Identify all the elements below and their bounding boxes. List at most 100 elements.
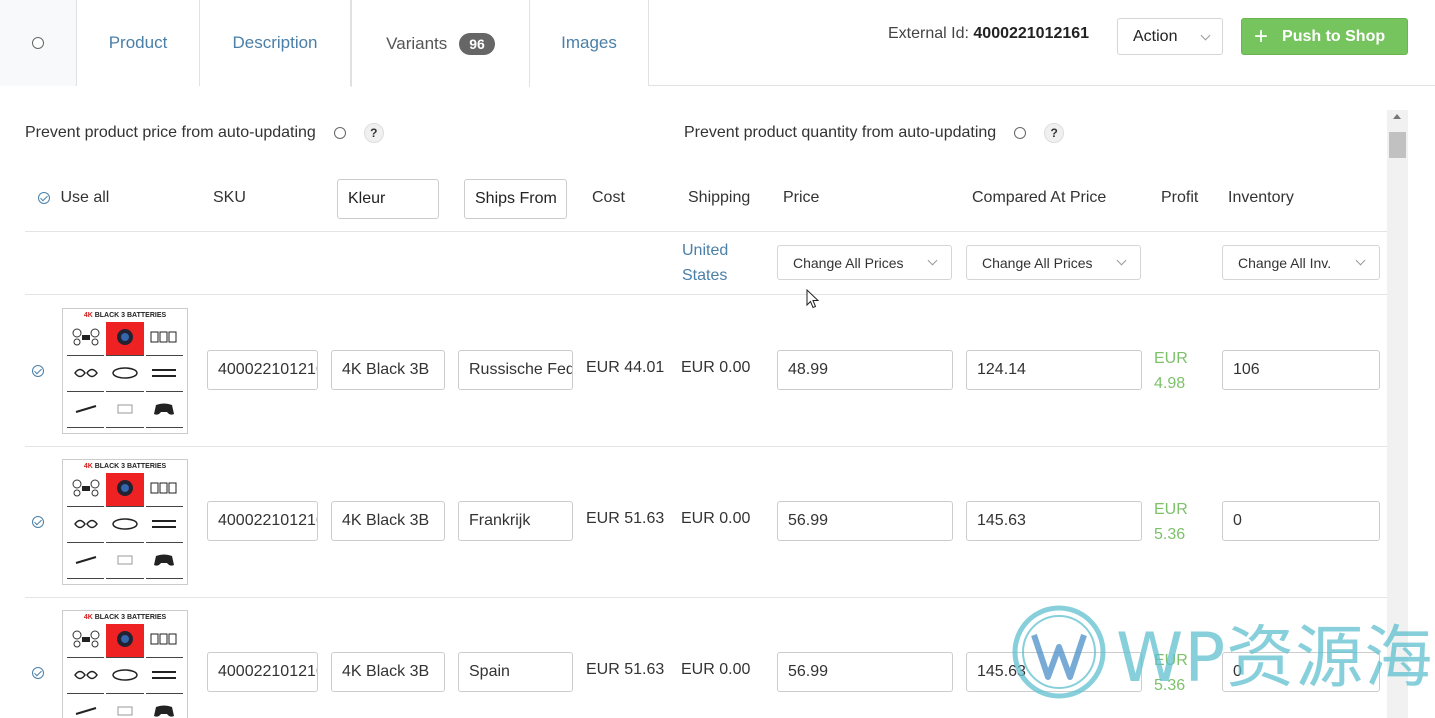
- ships-from-input[interactable]: Russische Federatie: [458, 350, 573, 390]
- variant-thumbnail[interactable]: 4K BLACK 3 BATTERIES: [62, 459, 188, 585]
- scrollbar-thumb[interactable]: [1389, 132, 1406, 158]
- cost-value: EUR 44.01: [586, 359, 665, 376]
- thumbnail-item: [145, 473, 183, 507]
- use-all-checkbox[interactable]: [38, 191, 50, 204]
- thumbnail-item: [106, 696, 143, 718]
- thumbnail-title-rest: BLACK 3 BATTERIES: [92, 312, 167, 319]
- tab-variants-label: Variants: [386, 33, 448, 53]
- tab-product[interactable]: Product: [77, 0, 200, 86]
- ships-from-input[interactable]: Spain: [458, 652, 573, 692]
- thumbnail-item: [106, 358, 144, 392]
- watermark-text: WP资源海: [1116, 619, 1434, 698]
- shipping-value: EUR 0.00: [681, 510, 751, 527]
- shipping-value: EUR 0.00: [681, 661, 751, 678]
- tab-variants[interactable]: Variants 96: [351, 0, 530, 87]
- kleur-header-input[interactable]: Kleur: [337, 179, 439, 219]
- thumbnail-item: [145, 660, 183, 694]
- thumbnail-item: [145, 509, 183, 543]
- thumbnail-grid: [63, 319, 187, 431]
- thumbnail-item: [106, 660, 144, 694]
- change-all-compared-prices-dropdown[interactable]: Change All Prices: [966, 245, 1141, 280]
- price-input[interactable]: 56.99: [777, 501, 953, 541]
- row-select-checkbox[interactable]: [32, 365, 44, 377]
- shipping-value: EUR 0.00: [681, 359, 751, 376]
- variant-thumbnail[interactable]: 4K BLACK 3 BATTERIES: [62, 610, 188, 718]
- external-id-label: External Id:: [888, 25, 969, 42]
- change-all-compared-label: Change All Prices: [982, 254, 1093, 271]
- thumbnail-grid: [63, 621, 187, 718]
- profit-currency: EUR: [1154, 501, 1188, 518]
- prevent-price-option: Prevent product price from auto-updating…: [25, 123, 384, 143]
- chevron-down-icon: [1116, 255, 1127, 266]
- prevent-price-label: Prevent product price from auto-updating: [25, 124, 316, 141]
- thumbnail-item: [67, 660, 105, 694]
- cost-value: EUR 51.63: [586, 661, 665, 678]
- thumbnail-title-red: 4K: [83, 463, 93, 470]
- inventory-input[interactable]: 106: [1222, 350, 1380, 390]
- plus-icon: +: [1254, 22, 1269, 50]
- sku-input[interactable]: 4000221012161: [207, 501, 318, 541]
- select-product-radio-cell[interactable]: [0, 0, 77, 86]
- help-icon[interactable]: ?: [363, 123, 384, 143]
- change-all-inventory-label: Change All Inv.: [1238, 254, 1332, 271]
- shipping-header: Shipping: [688, 189, 751, 206]
- thumbnail-item: [106, 545, 144, 579]
- profit-amount: 4.98: [1154, 375, 1186, 392]
- sku-input[interactable]: 4000221012161: [207, 652, 318, 692]
- profit-value: EUR 4.98: [1154, 346, 1188, 396]
- wordpress-logo-icon: [1012, 605, 1106, 698]
- thumbnail-item: [67, 322, 105, 356]
- variants-count-badge: 96: [459, 32, 495, 55]
- compared-at-price-input[interactable]: 145.63: [966, 501, 1142, 541]
- action-dropdown[interactable]: Action: [1117, 18, 1223, 55]
- price-input[interactable]: 48.99: [777, 350, 953, 390]
- price-input[interactable]: 56.99: [777, 652, 953, 692]
- scroll-up-arrow-icon[interactable]: [1393, 114, 1401, 119]
- thumbnail-item: [106, 509, 144, 543]
- help-icon[interactable]: ?: [1044, 123, 1065, 143]
- mouse-pointer-icon: [806, 289, 820, 309]
- kleur-input[interactable]: 4K Black 3B: [331, 501, 445, 541]
- prevent-quantity-radio[interactable]: [1014, 127, 1027, 139]
- table-row: 4K BLACK 3 BATTERIES 4000221012161 4K Blac…: [0, 295, 1387, 446]
- kleur-input[interactable]: 4K Black 3B: [331, 652, 445, 692]
- row-select-checkbox[interactable]: [32, 667, 44, 679]
- profit-header: Profit: [1161, 189, 1199, 206]
- tab-images[interactable]: Images: [530, 0, 649, 86]
- change-all-inventory-dropdown[interactable]: Change All Inv.: [1222, 245, 1380, 280]
- variant-thumbnail[interactable]: 4K BLACK 3 BATTERIES: [62, 308, 188, 434]
- thumbnail-item: [106, 473, 144, 507]
- tab-description[interactable]: Description: [200, 0, 351, 86]
- header-divider: [25, 231, 1387, 232]
- thumbnail-item: [106, 322, 144, 356]
- prevent-price-radio[interactable]: [333, 127, 346, 139]
- chevron-down-icon: [1200, 30, 1211, 41]
- push-to-shop-label: Push to Shop: [1282, 27, 1386, 45]
- profit-amount: 5.36: [1154, 526, 1186, 543]
- thumbnail-title: 4K BLACK 3 BATTERIES: [63, 312, 187, 319]
- select-product-radio[interactable]: [32, 37, 44, 49]
- use-all-header[interactable]: Use all: [38, 189, 109, 207]
- kleur-input[interactable]: 4K Black 3B: [331, 350, 445, 390]
- compared-at-price-header: Compared At Price: [972, 189, 1107, 206]
- thumbnail-title: 4K BLACK 3 BATTERIES: [63, 463, 187, 470]
- compared-at-price-input[interactable]: 124.14: [966, 350, 1142, 390]
- external-id-value: 4000221012161: [973, 25, 1090, 42]
- ships-from-input[interactable]: Frankrijk: [458, 501, 573, 541]
- inventory-input[interactable]: 0: [1222, 501, 1380, 541]
- push-to-shop-button[interactable]: + Push to Shop: [1241, 18, 1408, 55]
- thumbnail-item: [145, 358, 183, 392]
- change-all-prices-dropdown[interactable]: Change All Prices: [777, 245, 952, 280]
- sku-header: SKU: [213, 189, 246, 206]
- external-id: External Id: 4000221012161: [888, 25, 1089, 43]
- chevron-down-icon: [1355, 255, 1366, 266]
- thumbnail-item: [67, 394, 105, 428]
- table-row: 4K BLACK 3 BATTERIES 4000221012161 4K Blac…: [0, 446, 1387, 597]
- thumbnail-item: [145, 322, 183, 356]
- sku-input[interactable]: 4000221012161: [207, 350, 318, 390]
- row-select-checkbox[interactable]: [32, 516, 44, 528]
- thumbnail-item: [67, 545, 105, 579]
- ships-from-header-input[interactable]: Ships From: [464, 179, 567, 219]
- shipping-country-link[interactable]: United States: [682, 238, 752, 288]
- cost-value: EUR 51.63: [586, 510, 665, 527]
